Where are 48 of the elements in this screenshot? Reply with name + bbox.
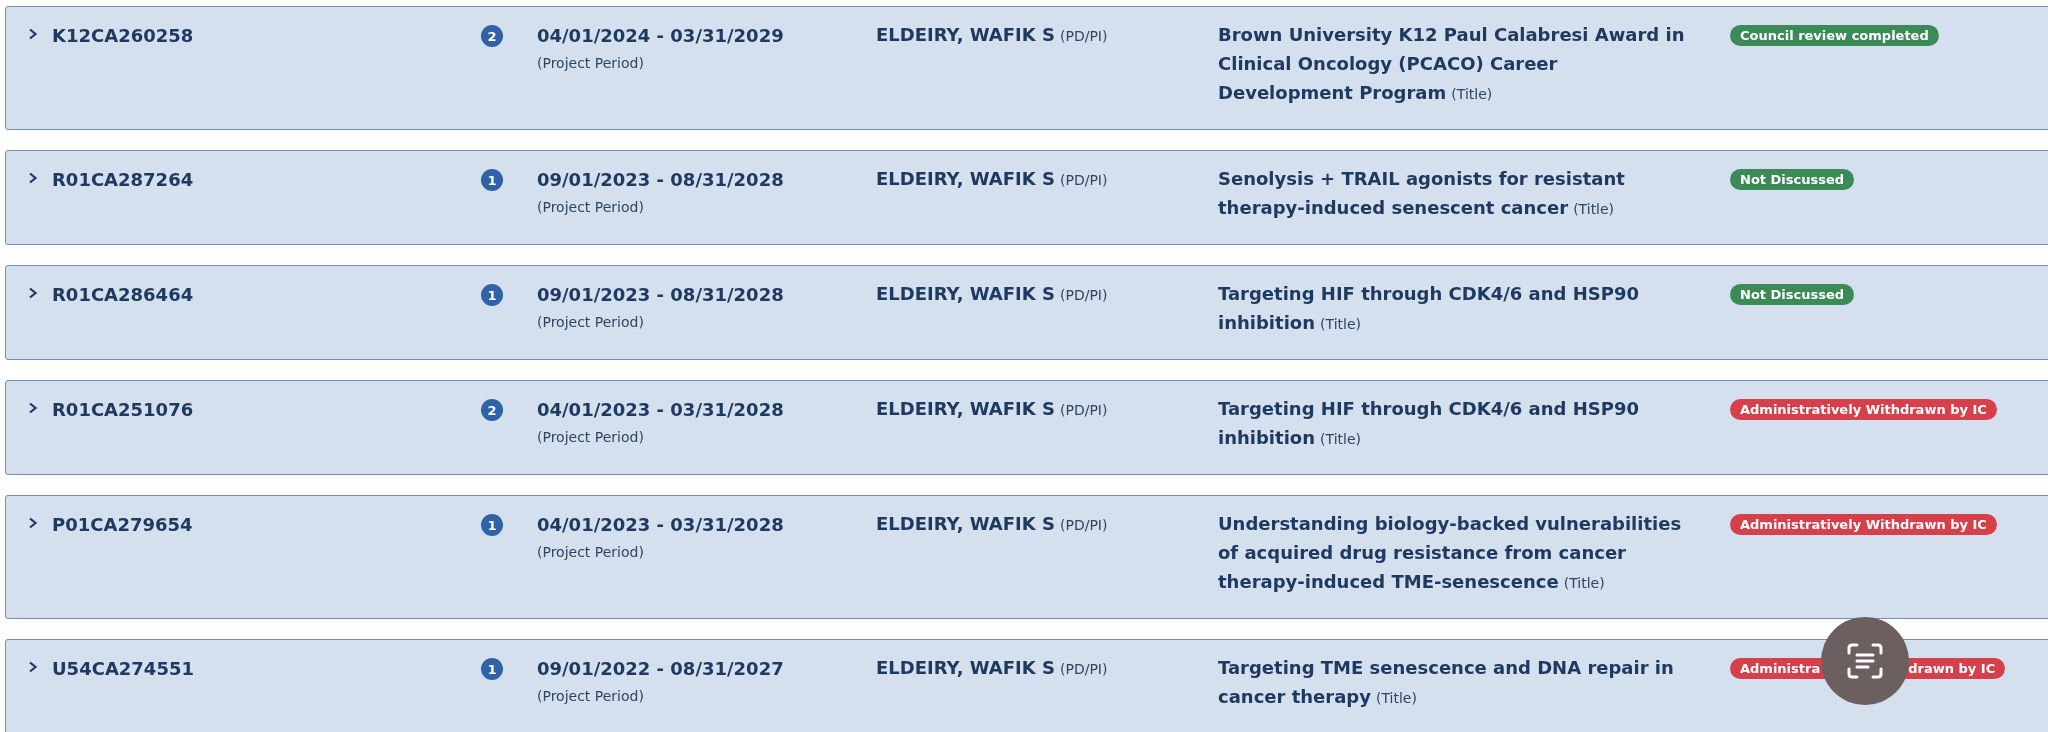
count-badge: 1: [481, 169, 503, 191]
grant-title: Targeting HIF through CDK4/6 and HSP90 inhibition (Title): [1218, 282, 1640, 335]
count-badge: 2: [481, 25, 503, 47]
project-period: 04/01/2023 - 03/31/2028: [537, 513, 784, 537]
grant-number[interactable]: K12CA260258: [52, 23, 481, 49]
text-scan-icon: [1845, 641, 1885, 681]
period-label: (Project Period): [537, 55, 644, 71]
chevron-icon[interactable]: [28, 661, 38, 673]
grant-number[interactable]: R01CA286464: [52, 282, 481, 308]
investigator-name: ELDEIRY, WAFIK S (PD/PI): [876, 167, 1108, 191]
period-label: (Project Period): [537, 429, 644, 445]
chevron-icon[interactable]: [28, 172, 38, 184]
status-badge: Council review completed: [1730, 25, 1939, 46]
grant-title: Brown University K12 Paul Calabresi Award in Clinical Oncology (PCACO) Career Development Program (Title): [1218, 23, 1686, 105]
grant-number[interactable]: P01CA279654: [52, 512, 481, 538]
period-label: (Project Period): [537, 199, 644, 215]
project-period: 09/01/2022 - 08/31/2027: [537, 657, 784, 681]
grant-title: Targeting HIF through CDK4/6 and HSP90 inhibition (Title): [1218, 397, 1640, 450]
grant-number[interactable]: R01CA251076: [52, 397, 481, 423]
project-period: 09/01/2023 - 08/31/2028: [537, 283, 784, 307]
status-badge: Administratively Withdrawn by IC: [1730, 399, 1997, 420]
investigator-name: ELDEIRY, WAFIK S (PD/PI): [876, 282, 1108, 306]
grant-number[interactable]: U54CA274551: [52, 656, 481, 682]
grant-title: Senolysis + TRAIL agonists for resistant therapy-induced senescent cancer (Title): [1218, 167, 1626, 220]
chevron-icon[interactable]: [28, 287, 38, 299]
project-period: 04/01/2024 - 03/31/2029: [537, 24, 784, 48]
status-badge: Not Discussed: [1730, 169, 1855, 190]
count-badge: 1: [481, 514, 503, 536]
count-badge: 2: [481, 399, 503, 421]
period-label: (Project Period): [537, 314, 644, 330]
grant-title: Targeting TME senescence and DNA repair in cancer therapy (Title): [1218, 656, 1675, 709]
period-label: (Project Period): [537, 688, 644, 704]
chevron-icon[interactable]: [28, 28, 38, 40]
grant-number[interactable]: R01CA287264: [52, 167, 481, 193]
chevron-icon[interactable]: [28, 517, 38, 529]
project-period: 09/01/2023 - 08/31/2028: [537, 168, 784, 192]
count-badge: 1: [481, 284, 503, 306]
chevron-icon[interactable]: [28, 402, 38, 414]
status-badge: Administratively Withdrawn by IC: [1730, 514, 1997, 535]
period-label: (Project Period): [537, 544, 644, 560]
investigator-name: ELDEIRY, WAFIK S (PD/PI): [876, 397, 1108, 421]
investigator-name: ELDEIRY, WAFIK S (PD/PI): [876, 23, 1108, 47]
project-period: 04/01/2023 - 03/31/2028: [537, 398, 784, 422]
investigator-name: ELDEIRY, WAFIK S (PD/PI): [876, 512, 1108, 536]
count-badge: 1: [481, 658, 503, 680]
investigator-name: ELDEIRY, WAFIK S (PD/PI): [876, 656, 1108, 680]
status-badge: Not Discussed: [1730, 284, 1855, 305]
grant-title: Understanding biology-backed vulnerabilities of acquired drug resistance from cancer therapy-induced TME-senescence (Title): [1218, 512, 1683, 594]
